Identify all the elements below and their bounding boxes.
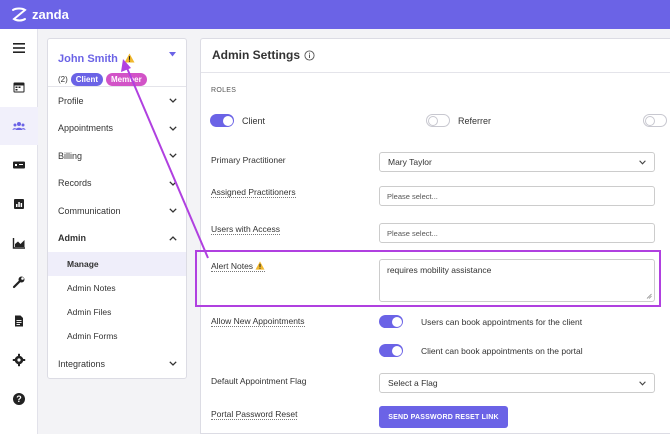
subnav-admin-forms[interactable]: Admin Forms [48, 324, 186, 348]
chevron-down-icon[interactable] [169, 52, 176, 57]
page-title-text: Admin Settings [212, 48, 301, 62]
app-logo[interactable]: zanda [10, 6, 69, 24]
primary-practitioner-select[interactable]: Mary Taylor [379, 152, 655, 172]
zanda-logo-icon [12, 7, 27, 21]
users-with-access-label: Users with Access [211, 224, 280, 235]
chart-icon [12, 238, 25, 249]
allow-new-appointments-label: Allow New Appointments [211, 316, 305, 327]
clients-nav[interactable] [0, 107, 38, 145]
document-icon [15, 315, 23, 327]
client-role-label: Client [242, 116, 266, 126]
billing-nav[interactable] [0, 146, 38, 184]
users-icon [12, 122, 26, 130]
role-count: (2) [58, 75, 68, 84]
portal-password-label: Portal Password Reset [211, 409, 298, 420]
alert-notes-label-wrap: Alert Notes [211, 261, 266, 272]
nav-records[interactable]: Records [48, 170, 186, 198]
warning-icon [255, 261, 265, 270]
referrer-role-toggle[interactable] [426, 114, 450, 127]
subnav-manage[interactable]: Manage [48, 252, 186, 276]
title-divider [201, 72, 670, 73]
chevron-down-icon [639, 380, 646, 386]
settings-nav[interactable] [0, 341, 38, 379]
nav-appointments-label: Appointments [58, 123, 114, 134]
wrench-icon [12, 276, 25, 289]
referrer-role-label: Referrer [458, 116, 492, 126]
help-icon: ? [13, 393, 25, 405]
tools-nav[interactable] [0, 263, 38, 301]
chevron-down-icon [639, 159, 646, 165]
info-icon[interactable] [304, 49, 315, 61]
warning-icon [124, 53, 135, 63]
client-can-book-toggle[interactable] [379, 344, 403, 357]
chevron-up-icon [169, 235, 177, 241]
reports-icon [14, 199, 24, 209]
primary-practitioner-label: Primary Practitioner [211, 155, 286, 165]
nav-profile[interactable]: Profile [48, 87, 186, 115]
help-nav[interactable]: ? [0, 380, 38, 418]
subnav-admin-notes[interactable]: Admin Notes [48, 276, 186, 300]
default-flag-label: Default Appointment Flag [211, 376, 307, 386]
alert-notes-label: Alert Notes [211, 261, 254, 271]
reports-nav[interactable] [0, 185, 38, 223]
nav-admin-label: Admin [58, 233, 86, 244]
admin-settings-card: Admin Settings ROLES Client Referrer Pri… [200, 38, 670, 434]
chevron-down-icon [169, 208, 177, 214]
nav-admin[interactable]: Admin [48, 225, 186, 253]
nav-billing-label: Billing [58, 150, 83, 161]
send-password-reset-button[interactable]: SEND PASSWORD RESET LINK [379, 406, 508, 428]
analytics-nav[interactable] [0, 224, 38, 262]
alert-notes-value: requires mobility assistance [387, 265, 492, 275]
top-bar: zanda [0, 0, 670, 29]
billing-icon [13, 161, 25, 169]
client-header[interactable]: John Smith (2) Client Member [48, 39, 186, 87]
alert-notes-textarea[interactable]: requires mobility assistance [379, 259, 655, 302]
menu-icon [13, 43, 25, 53]
primary-practitioner-value: Mary Taylor [388, 157, 432, 167]
client-badge: Client [70, 73, 104, 86]
assigned-practitioners-input[interactable]: Please select... [379, 186, 655, 206]
nav-billing[interactable]: Billing [48, 142, 186, 170]
users-can-book-label: Users can book appointments for the clie… [421, 317, 583, 327]
nav-appointments[interactable]: Appointments [48, 115, 186, 143]
client-badges: (2) Client Member [58, 73, 186, 86]
chevron-down-icon [169, 153, 177, 159]
documents-nav[interactable] [0, 302, 38, 340]
nav-records-label: Records [58, 178, 92, 189]
client-can-book-label: Client can book appointments on the port… [421, 346, 583, 356]
member-badge: Member [106, 73, 147, 86]
nav-integrations[interactable]: Integrations [48, 350, 186, 378]
svg-text:?: ? [16, 394, 22, 404]
chevron-down-icon [169, 98, 177, 104]
gear-icon [12, 353, 26, 367]
client-panel: John Smith (2) Client Member Profile App… [47, 38, 187, 379]
client-role-toggle[interactable] [210, 114, 234, 127]
brand-name: zanda [32, 7, 69, 22]
nav-communication[interactable]: Communication [48, 197, 186, 225]
nav-profile-label: Profile [58, 95, 84, 106]
default-flag-select[interactable]: Select a Flag [379, 373, 655, 393]
client-name[interactable]: John Smith [58, 53, 118, 65]
extra-role-toggle[interactable] [643, 114, 667, 127]
calendar-nav[interactable] [0, 68, 38, 106]
subnav-admin-files[interactable]: Admin Files [48, 300, 186, 324]
users-can-book-toggle[interactable] [379, 315, 403, 328]
menu-button[interactable] [0, 29, 38, 67]
nav-integrations-label: Integrations [58, 358, 106, 369]
roles-heading: ROLES [211, 87, 237, 94]
calendar-icon [13, 82, 25, 93]
chevron-down-icon [169, 181, 177, 186]
users-with-access-input[interactable]: Please select... [379, 223, 655, 243]
nav-communication-label: Communication [58, 205, 121, 216]
icon-rail: ? [0, 29, 38, 434]
assigned-practitioners-label: Assigned Practitioners [211, 187, 296, 198]
chevron-down-icon [169, 361, 177, 367]
resize-handle-icon[interactable] [646, 293, 652, 299]
chevron-down-icon [169, 126, 177, 131]
page-title: Admin Settings [212, 48, 315, 62]
default-flag-value: Select a Flag [388, 378, 438, 388]
